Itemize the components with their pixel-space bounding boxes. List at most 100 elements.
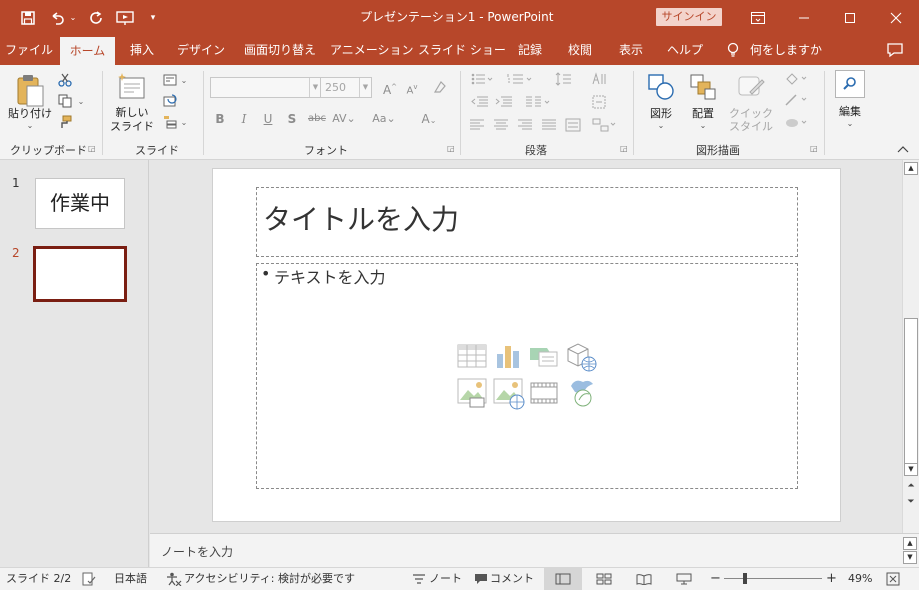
notes-scroll-up-icon[interactable]: ▲ bbox=[903, 537, 917, 550]
comments-icon[interactable] bbox=[474, 568, 488, 590]
tab-review[interactable]: 校閲 bbox=[560, 35, 600, 65]
find-icon[interactable] bbox=[835, 70, 865, 98]
spellcheck-icon[interactable] bbox=[82, 568, 96, 590]
editing-dropdown-icon[interactable]: ⌄ bbox=[829, 117, 871, 131]
insert-online-picture-icon[interactable] bbox=[493, 378, 525, 410]
notes-scroll-down-icon[interactable]: ▼ bbox=[903, 551, 917, 564]
new-slide-icon[interactable] bbox=[115, 70, 149, 104]
paragraph-launcher-icon[interactable]: ◲ bbox=[620, 144, 628, 153]
notes-toggle-icon[interactable] bbox=[412, 568, 426, 590]
align-center-icon[interactable] bbox=[491, 117, 511, 133]
tab-animations[interactable]: アニメーション bbox=[330, 35, 414, 65]
zoom-in-icon[interactable]: + bbox=[826, 568, 837, 590]
scroll-down-icon[interactable]: ▼ bbox=[904, 463, 918, 476]
zoom-slider-track[interactable] bbox=[724, 578, 822, 579]
tab-record[interactable]: 記録 bbox=[510, 35, 550, 65]
tab-slideshow[interactable]: スライド ショー bbox=[418, 35, 506, 65]
tab-design[interactable]: デザイン bbox=[172, 35, 230, 65]
zoom-out-icon[interactable]: − bbox=[710, 568, 721, 590]
font-size-value[interactable]: 250 bbox=[325, 81, 346, 94]
reset-slide-icon[interactable] bbox=[161, 92, 179, 110]
insert-smartart-icon[interactable] bbox=[529, 342, 559, 370]
increase-font-size-icon[interactable]: A^ bbox=[380, 77, 400, 97]
accessibility-status[interactable]: アクセシビリティ: 検討が必要です bbox=[184, 568, 355, 590]
paste-dropdown-icon[interactable]: ⌄ bbox=[4, 119, 56, 133]
distributed-icon[interactable] bbox=[563, 117, 583, 133]
tab-file[interactable]: ファイル bbox=[2, 35, 56, 65]
font-launcher-icon[interactable]: ◲ bbox=[447, 144, 455, 153]
minimize-icon[interactable] bbox=[782, 0, 826, 35]
vertical-scrollbar[interactable]: ▲ ▼ ⏶ ⏷ bbox=[902, 160, 919, 533]
title-placeholder-text[interactable]: タイトルを入力 bbox=[263, 198, 459, 238]
shape-outline-icon[interactable] bbox=[782, 92, 812, 108]
layout-dropdown-icon[interactable]: ⌄ bbox=[179, 71, 189, 89]
start-slideshow-icon[interactable] bbox=[114, 0, 136, 35]
strikethrough-icon[interactable]: abc bbox=[306, 109, 328, 129]
smartart-icon[interactable] bbox=[589, 117, 619, 133]
font-name-combo[interactable]: ▼ bbox=[210, 77, 322, 98]
italic-icon[interactable]: I bbox=[236, 109, 252, 129]
signin-button[interactable]: サインイン bbox=[656, 8, 722, 26]
copy-icon[interactable] bbox=[56, 92, 74, 110]
language-indicator[interactable]: 日本語 bbox=[114, 568, 147, 590]
comments-toggle[interactable]: コメント bbox=[490, 568, 534, 590]
ribbon-display-options-icon[interactable] bbox=[736, 0, 780, 35]
clear-formatting-icon[interactable] bbox=[430, 77, 450, 97]
character-spacing-icon[interactable]: AV⌄ bbox=[332, 109, 356, 129]
title-placeholder[interactable]: タイトルを入力 bbox=[256, 187, 798, 257]
text-shadow-icon[interactable]: S bbox=[284, 109, 300, 129]
zoom-level[interactable]: 49% bbox=[848, 568, 872, 590]
cut-icon[interactable] bbox=[56, 71, 74, 89]
undo-dropdown-icon[interactable]: ⌄ bbox=[68, 0, 78, 35]
undo-icon[interactable] bbox=[46, 0, 68, 35]
close-icon[interactable] bbox=[874, 0, 918, 35]
comments-pane-icon[interactable] bbox=[880, 35, 910, 65]
tab-view[interactable]: 表示 bbox=[610, 35, 652, 65]
tell-me-search[interactable]: 何をしますか bbox=[750, 35, 822, 65]
scroll-up-icon[interactable]: ▲ bbox=[904, 162, 918, 175]
slide-thumbnail-1[interactable]: 作業中 bbox=[35, 178, 125, 229]
clipboard-launcher-icon[interactable]: ◲ bbox=[88, 144, 96, 153]
maximize-icon[interactable] bbox=[828, 0, 872, 35]
zoom-slider-thumb[interactable] bbox=[743, 573, 748, 584]
arrange-icon[interactable] bbox=[686, 70, 720, 104]
slide-sorter-icon[interactable] bbox=[596, 568, 612, 590]
decrease-font-size-icon[interactable]: Av bbox=[402, 77, 422, 97]
shape-effects-icon[interactable] bbox=[782, 115, 812, 131]
paste-icon[interactable] bbox=[12, 71, 48, 111]
underline-icon[interactable]: U bbox=[260, 109, 276, 129]
notes-pane[interactable]: ノートを入力 ▲ ▼ bbox=[150, 533, 919, 567]
change-case-icon[interactable]: Aa⌄ bbox=[370, 109, 398, 129]
tab-home[interactable]: ホーム bbox=[60, 37, 115, 65]
bullets-icon[interactable] bbox=[469, 71, 495, 87]
align-text-icon[interactable] bbox=[589, 94, 619, 110]
numbering-icon[interactable] bbox=[505, 71, 535, 87]
insert-3d-model-icon[interactable] bbox=[565, 340, 597, 372]
section-icon[interactable] bbox=[161, 113, 179, 131]
normal-view-icon[interactable] bbox=[544, 568, 582, 590]
slideshow-view-icon[interactable] bbox=[676, 568, 692, 590]
save-icon[interactable] bbox=[16, 0, 40, 35]
accessibility-icon[interactable] bbox=[166, 568, 182, 590]
insert-video-icon[interactable] bbox=[529, 378, 559, 408]
customize-toolbar-icon[interactable]: ▾ bbox=[146, 0, 160, 35]
align-right-icon[interactable] bbox=[515, 117, 535, 133]
insert-chart-icon[interactable] bbox=[493, 342, 523, 370]
next-slide-icon[interactable]: ⏷ bbox=[905, 496, 917, 508]
content-placeholder[interactable]: • テキストを入力 bbox=[256, 263, 798, 489]
new-slide-label-2[interactable]: スライド bbox=[103, 120, 161, 134]
notes-placeholder[interactable]: ノートを入力 bbox=[161, 543, 233, 560]
columns-icon[interactable] bbox=[523, 94, 553, 110]
fit-slide-icon[interactable] bbox=[886, 568, 900, 590]
format-painter-icon[interactable] bbox=[56, 113, 74, 131]
section-dropdown-icon[interactable]: ⌄ bbox=[179, 113, 189, 131]
quick-styles-label-1[interactable]: クイック bbox=[726, 107, 776, 121]
new-slide-label-1[interactable]: 新しい bbox=[107, 106, 157, 120]
tab-insert[interactable]: 挿入 bbox=[122, 35, 162, 65]
shapes-icon[interactable] bbox=[644, 70, 678, 104]
text-direction-icon[interactable] bbox=[589, 71, 619, 87]
quick-styles-label-2[interactable]: スタイル bbox=[720, 120, 782, 134]
collapse-ribbon-icon[interactable] bbox=[894, 141, 912, 157]
slide-thumbnail-2[interactable] bbox=[33, 246, 127, 302]
font-size-dropdown-icon[interactable]: ▼ bbox=[359, 78, 371, 97]
